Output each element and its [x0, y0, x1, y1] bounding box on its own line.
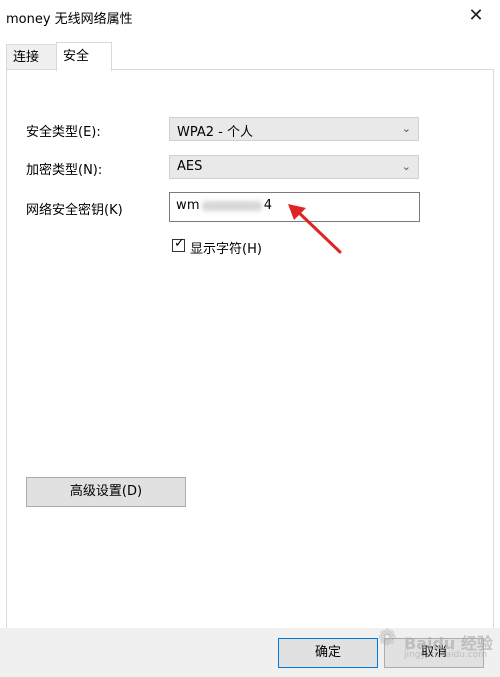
- network-key-value: wm 4: [176, 198, 272, 213]
- tab-security[interactable]: 安全: [56, 42, 112, 71]
- advanced-settings-button[interactable]: 高级设置(D): [26, 477, 186, 507]
- encryption-type-label: 加密类型(N):: [26, 163, 103, 178]
- encryption-type-value: AES: [177, 159, 203, 174]
- window-title: money 无线网络属性: [6, 12, 133, 27]
- check-icon: ✓: [174, 236, 185, 251]
- show-characters-label: 显示字符(H): [190, 242, 262, 257]
- close-icon[interactable]: ✕: [462, 2, 490, 30]
- security-type-select[interactable]: WPA2 - 个人 ⌄: [169, 117, 419, 141]
- network-key-label: 网络安全密钥(K): [26, 203, 123, 218]
- security-type-value: WPA2 - 个人: [177, 125, 253, 140]
- ok-button[interactable]: 确定: [278, 638, 378, 668]
- encryption-type-select[interactable]: AES ⌄: [169, 155, 419, 179]
- security-type-label: 安全类型(E):: [26, 125, 101, 140]
- network-key-prefix: wm: [176, 198, 200, 213]
- red-arrow-annotation: [288, 204, 342, 254]
- redacted-blur: [201, 200, 262, 211]
- show-characters-checkbox[interactable]: ✓: [172, 236, 185, 252]
- security-panel: [6, 69, 494, 629]
- title-bar: money 无线网络属性 ✕: [0, 0, 500, 32]
- tab-connection[interactable]: 连接: [6, 44, 60, 71]
- network-key-suffix: 4: [263, 198, 273, 213]
- chevron-down-icon: ⌄: [401, 122, 411, 135]
- cancel-button[interactable]: 取消: [384, 638, 484, 668]
- chevron-down-icon: ⌄: [401, 160, 411, 173]
